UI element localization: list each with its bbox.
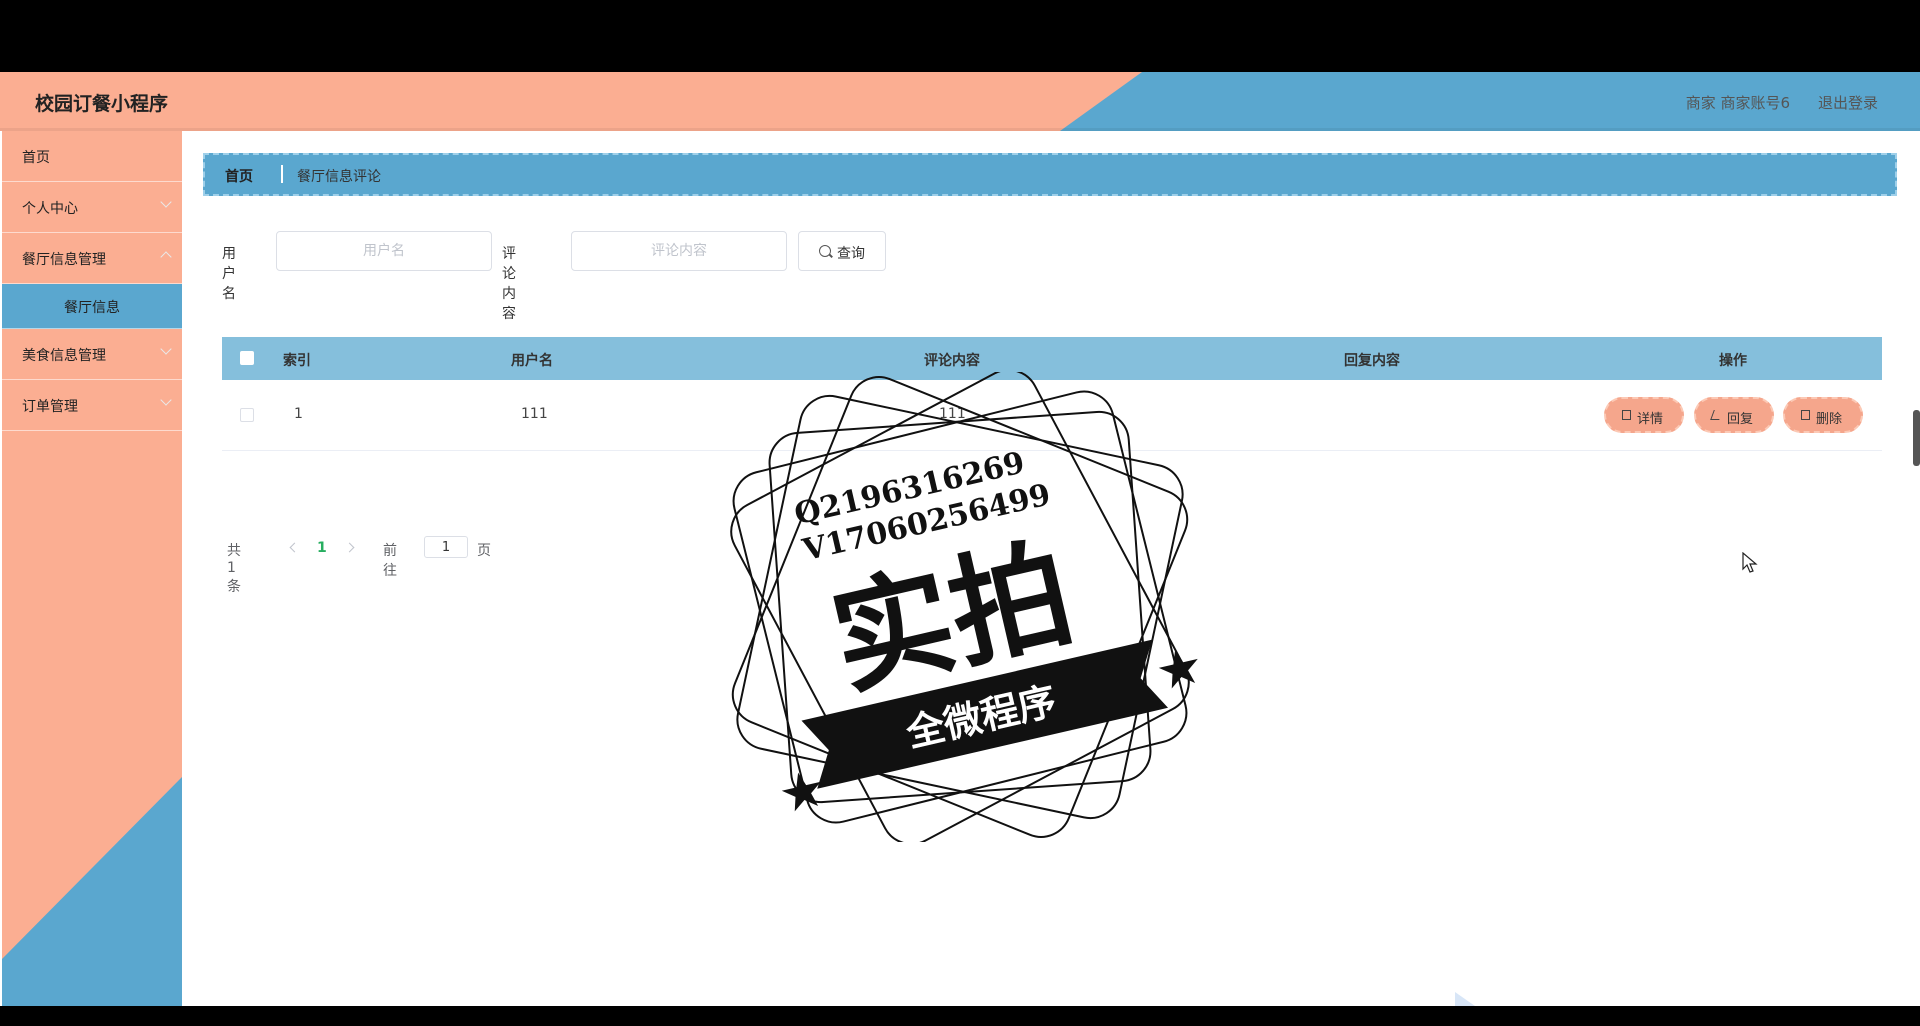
edit-icon	[1710, 410, 1723, 420]
breadcrumb-home[interactable]: 首页	[225, 166, 253, 186]
delete-button-label: 删除	[1816, 412, 1843, 427]
search-button[interactable]: 查询	[798, 231, 886, 271]
play-logo-icon	[1455, 992, 1475, 1006]
sidebar-item-restaurant-management[interactable]: 餐厅信息管理	[2, 233, 182, 284]
pagination-page-number[interactable]: 1	[317, 540, 327, 556]
row-checkbox[interactable]	[240, 408, 254, 422]
column-header-username: 用户名	[511, 353, 553, 369]
chevron-down-icon	[160, 394, 172, 406]
logout-link[interactable]: 退出登录	[1818, 92, 1878, 113]
chevron-right-icon[interactable]	[344, 542, 355, 553]
sidebar-item-home[interactable]: 首页	[2, 131, 182, 182]
breadcrumb: 首页 餐厅信息评论	[203, 153, 1897, 196]
breadcrumb-separator	[281, 165, 283, 183]
column-header-actions: 操作	[1719, 353, 1747, 369]
sidebar-item-label: 美食信息管理	[22, 348, 106, 364]
chevron-left-icon[interactable]	[289, 542, 300, 553]
table-header: 索引 用户名 评论内容 回复内容 操作	[222, 337, 1882, 380]
comment-label: 评论内容	[502, 246, 516, 322]
detail-button[interactable]: 详情	[1604, 397, 1684, 433]
cell-username: 111	[521, 406, 548, 422]
app-window: 校园订餐小程序 商家 商家账号6 退出登录 首页 个人中心 餐厅信息管理 餐厅信…	[0, 72, 1920, 1006]
reply-button-label: 回复	[1727, 412, 1754, 427]
sidebar-item-label: 订单管理	[22, 399, 78, 415]
select-all-checkbox[interactable]	[240, 351, 254, 365]
detail-button-label: 详情	[1637, 412, 1664, 427]
main-content: 首页 餐厅信息评论 用户名 评论内容 查询 索引 用户名 评论内容 回复内容 操…	[182, 131, 1920, 1006]
app-title: 校园订餐小程序	[35, 93, 169, 115]
pagination-goto-input[interactable]	[424, 536, 468, 558]
cell-comment: 111	[939, 406, 966, 422]
sidebar-item-personal-center[interactable]: 个人中心	[2, 182, 182, 233]
sidebar-item-food-management[interactable]: 美食信息管理	[2, 329, 182, 380]
chevron-up-icon	[160, 251, 172, 263]
sidebar-item-label: 餐厅信息	[64, 300, 120, 316]
column-header-reply: 回复内容	[1344, 353, 1400, 369]
sidebar-item-label: 餐厅信息管理	[22, 252, 106, 268]
delete-button[interactable]: 删除	[1783, 397, 1863, 433]
document-icon	[1622, 410, 1631, 420]
username-label: 用户名	[222, 246, 236, 302]
cell-index: 1	[294, 406, 303, 422]
search-icon	[819, 245, 831, 257]
user-info: 商家 商家账号6	[1685, 94, 1790, 112]
comments-table: 索引 用户名 评论内容 回复内容 操作 1 111 111 详情 回复 删除	[222, 337, 1882, 451]
reply-button[interactable]: 回复	[1694, 397, 1774, 433]
scrollbar[interactable]	[1913, 410, 1920, 466]
sidebar-item-label: 个人中心	[22, 201, 78, 217]
sidebar-menu: 首页 个人中心 餐厅信息管理 餐厅信息 美食信息管理 订单管理	[2, 131, 182, 431]
mouse-cursor-icon	[1742, 552, 1758, 573]
top-header: 校园订餐小程序 商家 商家账号6 退出登录	[0, 72, 1920, 131]
table-row: 1 111 111 详情 回复 删除	[222, 380, 1882, 451]
chevron-down-icon	[160, 343, 172, 355]
username-input[interactable]	[276, 231, 492, 271]
comment-input[interactable]	[571, 231, 787, 271]
chevron-down-icon	[160, 196, 172, 208]
pagination-total: 共 1 条	[227, 543, 241, 595]
column-header-comment: 评论内容	[924, 353, 980, 369]
sidebar-item-order-management[interactable]: 订单管理	[2, 380, 182, 431]
sidebar: 首页 个人中心 餐厅信息管理 餐厅信息 美食信息管理 订单管理	[2, 131, 182, 1006]
trash-icon	[1801, 410, 1810, 420]
sidebar-item-label: 首页	[22, 150, 50, 166]
breadcrumb-current: 餐厅信息评论	[297, 169, 381, 185]
column-header-index: 索引	[283, 353, 311, 369]
pagination-page-suffix: 页	[477, 543, 491, 559]
sidebar-subitem-restaurant-info[interactable]: 餐厅信息	[2, 284, 182, 329]
search-button-label: 查询	[837, 245, 865, 261]
pagination-goto-label: 前往	[383, 543, 397, 579]
